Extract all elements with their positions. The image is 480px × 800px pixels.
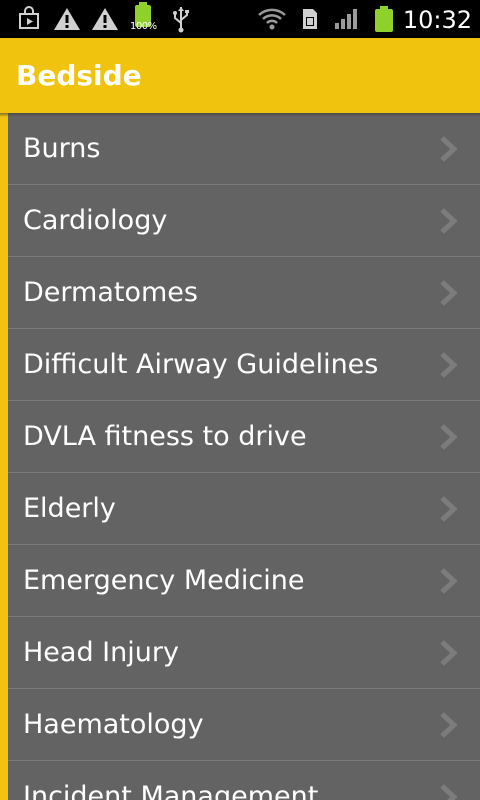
list-item-label: Dermatomes xyxy=(23,277,198,308)
sim-icon xyxy=(298,0,322,38)
list-item[interactable]: Burns xyxy=(8,113,480,185)
list-item[interactable]: Head Injury xyxy=(8,617,480,689)
chevron-right-icon xyxy=(440,424,458,450)
chevron-right-icon xyxy=(440,784,458,800)
list-item[interactable]: Difficult Airway Guidelines xyxy=(8,329,480,401)
list-item[interactable]: Incident Management xyxy=(8,761,480,800)
app-title: Bedside xyxy=(16,59,142,92)
chevron-right-icon xyxy=(440,712,458,738)
list-item[interactable]: Haematology xyxy=(8,689,480,761)
list-item-label: Head Injury xyxy=(23,637,179,668)
clock: 10:32 xyxy=(402,6,472,34)
battery-percent-text: 100% xyxy=(130,21,157,32)
list-item-label: Cardiology xyxy=(23,205,168,236)
list-item[interactable]: Emergency Medicine xyxy=(8,545,480,617)
signal-icon xyxy=(332,0,362,38)
play-store-icon xyxy=(14,0,44,38)
list-item[interactable]: DVLA fitness to drive xyxy=(8,401,480,473)
chevron-right-icon xyxy=(440,352,458,378)
list-item[interactable]: Cardiology xyxy=(8,185,480,257)
app-bar-shadow xyxy=(0,113,480,117)
list-item-label: Difficult Airway Guidelines xyxy=(23,349,379,380)
warning-icon xyxy=(52,0,82,38)
list-item-label: Burns xyxy=(23,133,101,164)
chevron-right-icon xyxy=(440,208,458,234)
list-item-label: DVLA fitness to drive xyxy=(23,421,307,452)
battery-small-icon xyxy=(128,0,158,38)
list-item[interactable]: Elderly xyxy=(8,473,480,545)
status-bar: 100% 10:32 xyxy=(0,0,480,38)
wifi-icon xyxy=(256,0,288,38)
usb-icon xyxy=(168,0,194,38)
app-bar: Bedside xyxy=(0,38,480,113)
chevron-right-icon xyxy=(440,496,458,522)
warning-icon xyxy=(90,0,120,38)
list-item-label: Elderly xyxy=(23,493,116,524)
list-item-label: Emergency Medicine xyxy=(23,565,305,596)
chevron-right-icon xyxy=(440,568,458,594)
battery-icon xyxy=(372,0,396,38)
category-list: Burns Cardiology Dermatomes Difficult Airwa… xyxy=(8,113,480,800)
accent-stripe xyxy=(0,113,8,800)
list-item-label: Incident Management xyxy=(23,781,319,800)
list-container: Burns Cardiology Dermatomes Difficult Airwa… xyxy=(0,113,480,800)
list-item-label: Haematology xyxy=(23,709,204,740)
chevron-right-icon xyxy=(440,640,458,666)
chevron-right-icon xyxy=(440,136,458,162)
chevron-right-icon xyxy=(440,280,458,306)
list-item[interactable]: Dermatomes xyxy=(8,257,480,329)
